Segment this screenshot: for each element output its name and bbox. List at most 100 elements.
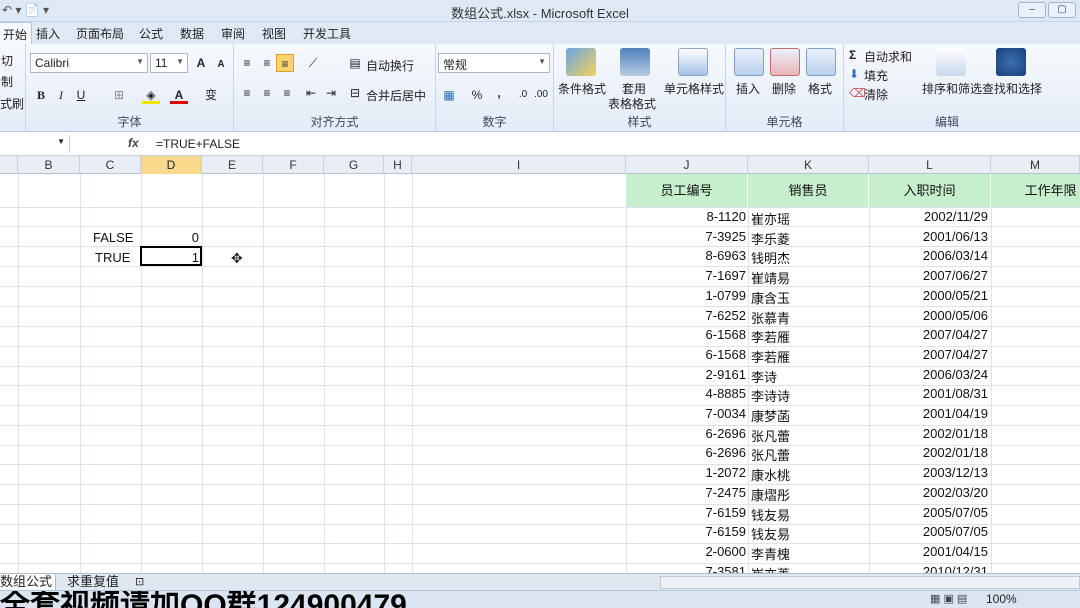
column-header-g[interactable]: G (324, 156, 384, 174)
wrap-text-button[interactable]: 自动换行 (366, 57, 414, 74)
column-header-m[interactable]: M (991, 156, 1080, 174)
table-cell-hire-date[interactable]: 2000/05/21 (869, 288, 988, 303)
table-cell-employee-id[interactable]: 8-1120 (626, 209, 746, 224)
column-header-d[interactable]: D (141, 156, 202, 174)
font-name-combo[interactable]: Calibri ▼ (30, 53, 148, 73)
table-cell-employee-id[interactable]: 7-6159 (626, 524, 746, 539)
cell-c3[interactable]: TRUE (95, 250, 130, 265)
clear-button[interactable]: 清除 (864, 86, 888, 103)
italic-button[interactable]: I (52, 86, 70, 104)
new-sheet-icon[interactable]: ⊡ (132, 574, 147, 591)
table-cell-hire-date[interactable]: 2010/12/31 (869, 564, 988, 573)
zoom-level[interactable]: 100% (986, 592, 1017, 606)
table-cell-salesperson[interactable]: 钱明杰 (751, 248, 861, 267)
decrease-indent-icon[interactable]: ⇤ (302, 84, 320, 102)
sheet-tab-duplicates[interactable]: 求重复值 (64, 574, 122, 591)
table-cell-hire-date[interactable]: 2007/04/27 (869, 327, 988, 342)
worksheet-grid[interactable]: FALSE 0 TRUE 1 ✥ 员工编号 销售员 入职时间 工作年限 8-11… (0, 174, 1080, 573)
minimize-button[interactable]: – (1018, 2, 1046, 18)
table-cell-employee-id[interactable]: 7-6252 (626, 308, 746, 323)
table-cell-employee-id[interactable]: 1-2072 (626, 465, 746, 480)
maximize-button[interactable]: ▢ (1048, 2, 1076, 18)
table-cell-hire-date[interactable]: 2006/03/14 (869, 248, 988, 263)
table-cell-hire-date[interactable]: 2000/05/06 (869, 308, 988, 323)
table-cell-salesperson[interactable]: 李若雁 (751, 347, 861, 366)
orientation-icon[interactable]: ⟋ (304, 54, 322, 72)
underline-button[interactable]: U (72, 86, 90, 104)
table-cell-hire-date[interactable]: 2002/11/29 (869, 209, 988, 224)
cell-styles-icon[interactable] (678, 48, 708, 76)
tab-review[interactable]: 审阅 (221, 25, 245, 42)
table-cell-employee-id[interactable]: 1-0799 (626, 288, 746, 303)
tab-home[interactable]: 开始 (0, 22, 33, 44)
align-right-icon[interactable]: ≡ (278, 84, 296, 102)
table-cell-employee-id[interactable]: 6-2696 (626, 445, 746, 460)
column-header-l[interactable]: L (869, 156, 991, 174)
tab-data[interactable]: 数据 (180, 25, 204, 42)
merge-center-button[interactable]: 合并后居中 (366, 87, 426, 104)
table-cell-salesperson[interactable]: 李若雁 (751, 327, 861, 346)
table-cell-salesperson[interactable]: 崔亦菱 (751, 564, 861, 573)
column-header-b[interactable]: B (18, 156, 80, 174)
tab-developer[interactable]: 开发工具 (303, 25, 351, 42)
table-cell-hire-date[interactable]: 2005/07/05 (869, 505, 988, 520)
table-cell-hire-date[interactable]: 2001/04/15 (869, 544, 988, 559)
table-cell-hire-date[interactable]: 2005/07/05 (869, 524, 988, 539)
table-cell-salesperson[interactable]: 李青槐 (751, 544, 861, 563)
table-cell-salesperson[interactable]: 钱友易 (751, 524, 861, 543)
bold-button[interactable]: B (32, 86, 50, 104)
table-cell-salesperson[interactable]: 李乐菱 (751, 229, 861, 248)
table-cell-salesperson[interactable]: 李诗 (751, 367, 861, 386)
table-cell-employee-id[interactable]: 8-6963 (626, 248, 746, 263)
wrap-text-icon[interactable]: ▤ (346, 54, 364, 72)
find-select-button[interactable]: 查找和选择 (982, 80, 1042, 97)
align-top-icon[interactable]: ≡ (238, 54, 256, 72)
table-cell-employee-id[interactable]: 6-1568 (626, 347, 746, 362)
column-header-k[interactable]: K (748, 156, 869, 174)
table-cell-hire-date[interactable]: 2001/06/13 (869, 229, 988, 244)
table-cell-employee-id[interactable]: 7-0034 (626, 406, 746, 421)
table-cell-hire-date[interactable]: 2007/06/27 (869, 268, 988, 283)
comma-button[interactable]: , (490, 84, 508, 102)
tab-formulas[interactable]: 公式 (139, 25, 163, 42)
sort-filter-icon[interactable] (936, 48, 966, 76)
table-cell-employee-id[interactable]: 7-2475 (626, 485, 746, 500)
view-mode-icons[interactable]: ▦ ▣ ▤ (930, 592, 967, 605)
table-cell-salesperson[interactable]: 张凡蕾 (751, 445, 861, 464)
align-middle-icon[interactable]: ≡ (258, 54, 276, 72)
align-center-icon[interactable]: ≡ (258, 84, 276, 102)
horizontal-scrollbar[interactable] (660, 576, 1080, 589)
shrink-font-button[interactable]: A (212, 56, 230, 74)
fill-color-icon[interactable]: ◈ (142, 86, 160, 104)
table-cell-salesperson[interactable]: 钱友易 (751, 505, 861, 524)
table-cell-salesperson[interactable]: 张慕青 (751, 308, 861, 327)
find-select-icon[interactable] (996, 48, 1026, 76)
table-cell-salesperson[interactable]: 崔靖易 (751, 268, 861, 287)
grow-font-button[interactable]: A (192, 54, 210, 72)
format-cells-button[interactable]: 格式 (808, 80, 832, 97)
number-format-combo[interactable]: 常规 ▼ (438, 53, 550, 73)
cell-c2[interactable]: FALSE (93, 230, 133, 245)
format-as-table-button-2[interactable]: 表格格式 (608, 95, 656, 112)
format-as-table-icon[interactable] (620, 48, 650, 76)
sheet-tab-array-formula[interactable]: 数组公式 (0, 574, 57, 591)
table-cell-hire-date[interactable]: 2001/08/31 (869, 386, 988, 401)
format-painter-button[interactable]: 式刷 (0, 95, 24, 112)
active-cell-selection[interactable] (140, 246, 202, 266)
table-cell-hire-date[interactable]: 2002/01/18 (869, 426, 988, 441)
formula-input[interactable]: =TRUE+FALSE (156, 137, 240, 151)
cell-d2[interactable]: 0 (141, 230, 199, 245)
name-box[interactable]: ▼ (0, 135, 70, 153)
increase-indent-icon[interactable]: ⇥ (322, 84, 340, 102)
delete-cells-button[interactable]: 删除 (772, 80, 796, 97)
table-cell-employee-id[interactable]: 7-1697 (626, 268, 746, 283)
table-cell-employee-id[interactable]: 2-9161 (626, 367, 746, 382)
table-cell-salesperson[interactable]: 崔亦瑶 (751, 209, 861, 228)
sort-filter-button[interactable]: 排序和筛选 (922, 80, 982, 97)
table-cell-employee-id[interactable]: 7-3581 (626, 564, 746, 573)
font-color-button[interactable]: A (170, 86, 188, 104)
border-icon[interactable]: ⊞ (110, 86, 128, 104)
column-header-c[interactable]: C (80, 156, 141, 174)
fill-button[interactable]: 填充 (864, 67, 888, 84)
column-header-f[interactable]: F (263, 156, 324, 174)
